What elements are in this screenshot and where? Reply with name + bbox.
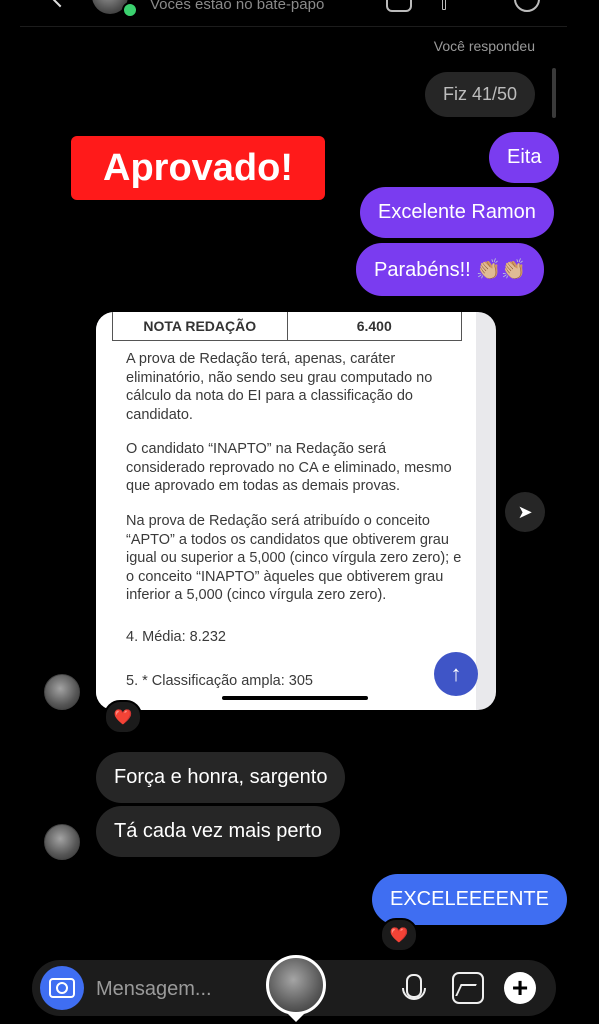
sent-message-eita[interactable]: Eita	[489, 132, 560, 183]
online-status-dot	[122, 2, 138, 18]
sent-message-parabens[interactable]: Parabéns!! 👏🏼👏🏼	[356, 243, 545, 296]
camera-icon[interactable]	[40, 966, 84, 1010]
sender-avatar[interactable]	[44, 824, 80, 860]
doc-media: 4. Média: 8.232	[126, 629, 226, 645]
received-message-forca[interactable]: Força e honra, sargento	[96, 752, 346, 803]
gallery-icon[interactable]	[452, 972, 484, 1004]
arrow-up-icon[interactable]: ↑	[434, 652, 478, 696]
received-message-perto[interactable]: Tá cada vez mais perto	[96, 806, 340, 857]
doc-paragraph-3: Na prova de Redação será atribuído o con…	[126, 513, 462, 603]
document-screenshot: NOTA REDAÇÃO 6.400 A prova de Redação te…	[96, 312, 476, 710]
paper-plane-icon[interactable]: ➤	[505, 492, 545, 532]
replied-label: Você respondeu	[433, 38, 535, 54]
home-indicator	[222, 696, 368, 700]
doc-paragraph-1: A prova de Redação terá, apenas, caráter…	[126, 351, 433, 423]
heart-reaction[interactable]: ❤️	[104, 700, 142, 734]
shared-image-card[interactable]: NOTA REDAÇÃO 6.400 A prova de Redação te…	[96, 312, 496, 710]
video-call-icon[interactable]	[386, 0, 412, 12]
doc-classificacao: 5. * Classificação ampla: 305	[126, 673, 313, 689]
heart-reaction[interactable]: ❤️	[380, 918, 418, 952]
microphone-icon[interactable]	[402, 974, 426, 1000]
message-input[interactable]: Mensagem...	[96, 978, 212, 1001]
sent-message-excelente[interactable]: Excelente Ramon	[360, 187, 554, 238]
doc-paragraph-2: O candidato “INAPTO” na Redação será con…	[126, 441, 452, 494]
composer-avatar[interactable]	[266, 955, 326, 1022]
sender-avatar[interactable]	[44, 674, 80, 710]
header-divider	[20, 26, 567, 27]
reply-indicator-bar	[552, 68, 556, 118]
aprovado-sticker: Aprovado!	[71, 136, 325, 200]
grade-table: NOTA REDAÇÃO 6.400	[112, 312, 462, 341]
plus-icon[interactable]: +	[504, 972, 536, 1004]
grade-table-value: 6.400	[286, 312, 462, 340]
phone-call-icon[interactable]	[442, 0, 446, 10]
back-arrow-icon[interactable]	[48, 0, 72, 8]
header-subtitle: Vocês estão no bate-papo	[150, 0, 325, 13]
quoted-reply-bubble[interactable]: Fiz 41/50	[425, 72, 536, 117]
grade-table-label: NOTA REDAÇÃO	[143, 318, 257, 334]
info-icon[interactable]	[514, 0, 540, 12]
